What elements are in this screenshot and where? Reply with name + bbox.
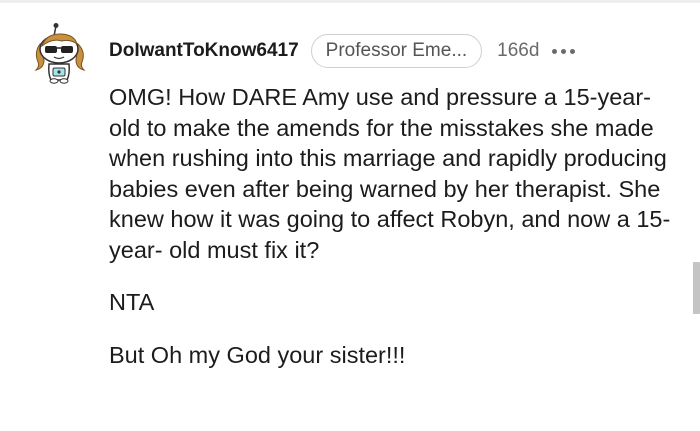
dot-icon (552, 48, 558, 54)
comment-paragraph: But Oh my God your sister!!! (109, 341, 406, 368)
comment-timestamp[interactable]: 166d (497, 40, 539, 62)
username-link[interactable]: DoIwantToKnow6417 (109, 40, 299, 62)
comment-paragraph: NTA (109, 289, 155, 315)
snoo-avatar-icon (34, 23, 86, 84)
scrollbar-thumb[interactable] (693, 262, 700, 314)
comment-body: OMG! How DARE Amy use and pressure a 15-… (109, 82, 679, 370)
comment-paragraph: OMG! How DARE Amy use and pressure a 15-… (109, 84, 671, 263)
user-avatar[interactable] (30, 22, 90, 84)
comment-header: DoIwantToKnow6417 Professor Eme... 166d (109, 32, 576, 70)
user-flair: Professor Eme... (310, 34, 483, 68)
dot-icon (570, 48, 576, 54)
top-divider (0, 0, 700, 3)
more-options-icon[interactable] (552, 41, 576, 61)
dot-icon (561, 48, 567, 54)
